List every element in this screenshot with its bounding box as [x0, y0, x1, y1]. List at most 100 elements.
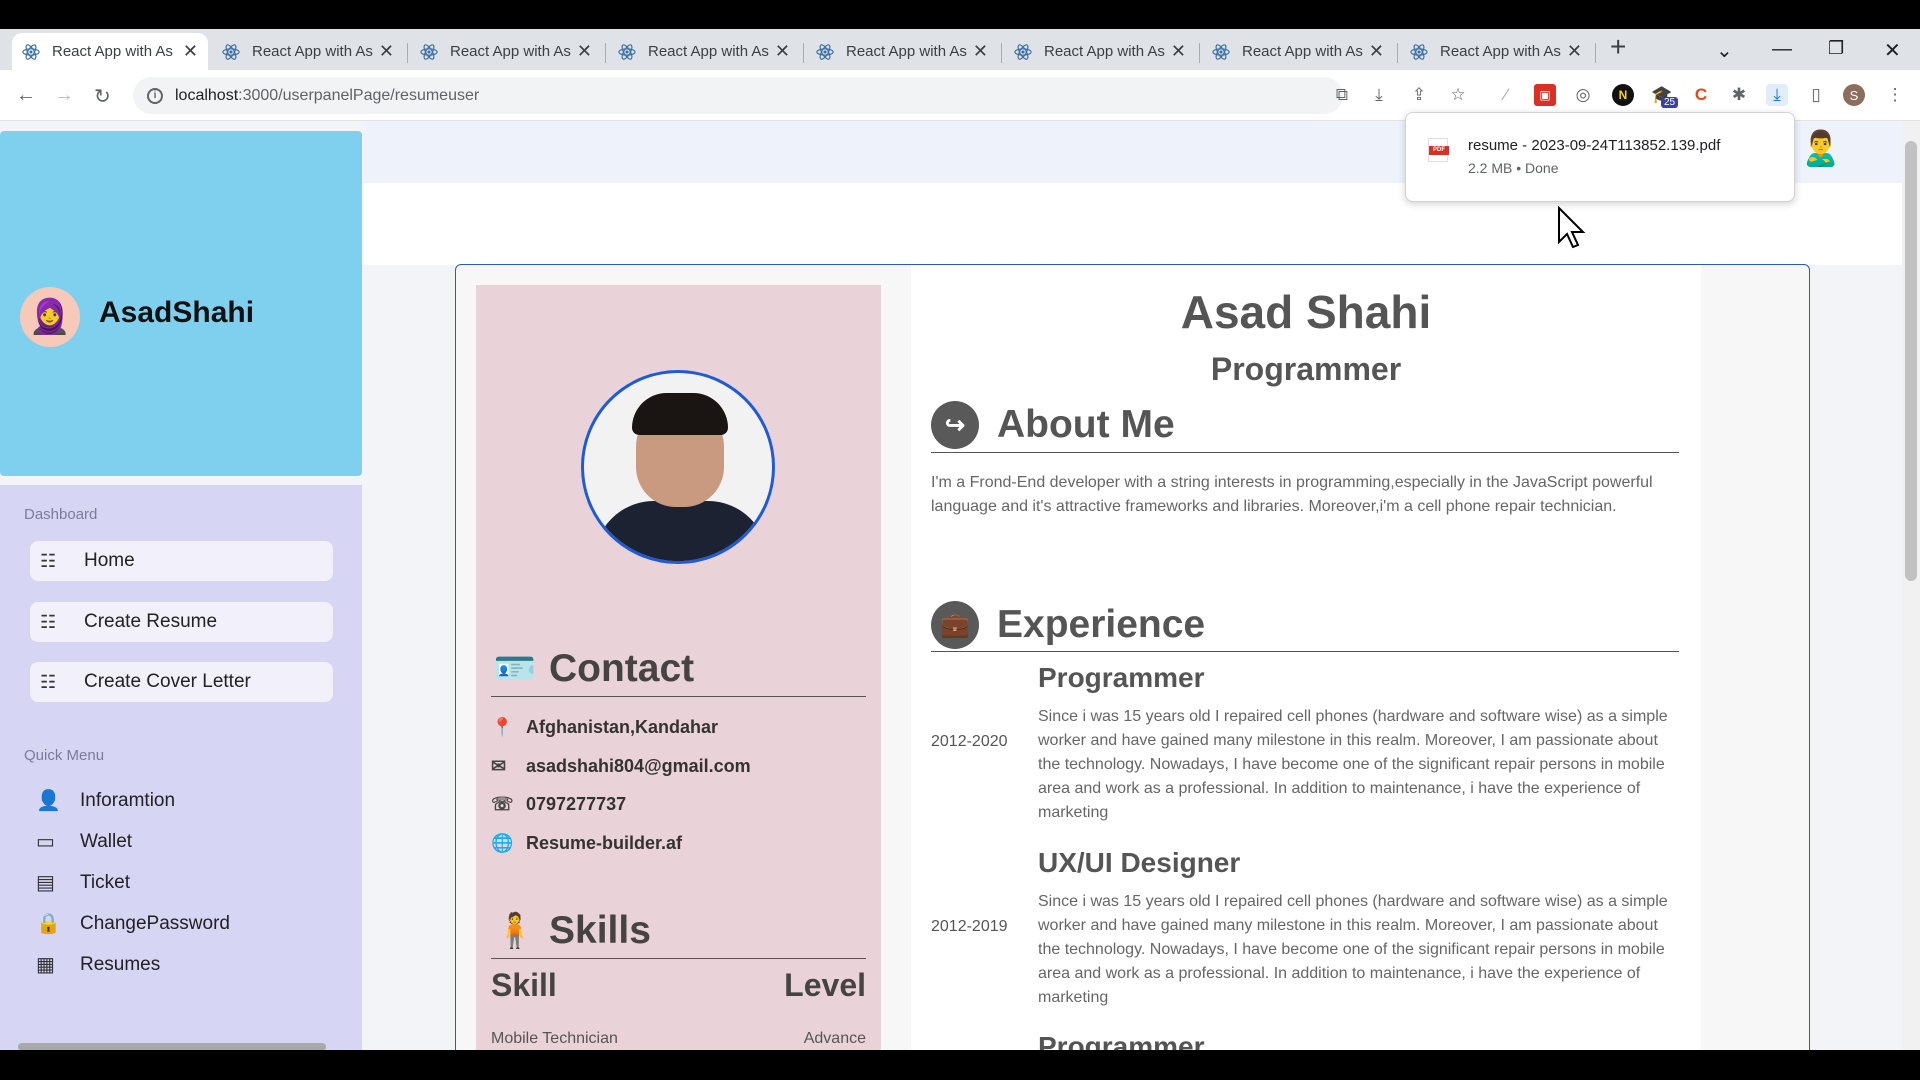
sidebar-item-create-resume[interactable]: ☷ Create Resume: [30, 602, 333, 642]
contact-phone: ☏ 0797277737: [491, 794, 627, 814]
wallet-icon: ▭: [36, 831, 55, 853]
skill-level: Advance: [803, 1030, 866, 1047]
skill-name: Mobile Technician: [491, 1030, 618, 1047]
close-icon[interactable]: ✕: [379, 41, 394, 62]
new-tab-button[interactable]: +: [1610, 31, 1626, 63]
screen-bottom-edge: [0, 1050, 1920, 1080]
install-icon[interactable]: ⤓: [1368, 84, 1390, 106]
share-icon[interactable]: ⇪: [1408, 84, 1430, 106]
close-icon[interactable]: ✕: [775, 41, 790, 62]
tab-7[interactable]: React App with As ✕: [1202, 33, 1394, 70]
close-window-button[interactable]: ✕: [1884, 38, 1901, 63]
close-icon[interactable]: ✕: [973, 41, 988, 62]
tab-3[interactable]: React App with As ✕: [410, 33, 602, 70]
react-icon: [1014, 43, 1032, 60]
resume-preview: 🪪 Contact 📍 Afghanistan,Kandahar ✉ asads…: [455, 264, 1810, 1050]
puzzle-icon[interactable]: ✱: [1728, 84, 1750, 106]
table-icon: ☷: [40, 671, 57, 692]
tab-6[interactable]: React App with As ✕: [1004, 33, 1196, 70]
experience-role: Programmer: [1038, 1031, 1205, 1050]
download-icon[interactable]: ⤓: [1766, 84, 1788, 106]
table-icon: ☷: [40, 611, 57, 632]
extension-n-icon[interactable]: N: [1612, 84, 1634, 106]
profile-avatar[interactable]: S: [1843, 84, 1865, 106]
tab-title: React App with As: [450, 43, 571, 60]
sidebar-item-change-password[interactable]: 🔒 ChangePassword: [36, 911, 230, 936]
contact-location: 📍 Afghanistan,Kandahar: [491, 717, 719, 737]
minimize-button[interactable]: —: [1772, 38, 1792, 61]
tab-5[interactable]: React App with As ✕: [806, 33, 998, 70]
tab-separator: [803, 43, 804, 63]
react-icon: [22, 43, 40, 60]
tab-1[interactable]: React App with As ✕: [12, 33, 208, 70]
address-bar[interactable]: i localhost:3000/userpanelPage/resumeuse…: [133, 77, 1343, 114]
pen-extension-icon[interactable]: ⁄: [1495, 84, 1517, 106]
star-icon[interactable]: ☆: [1447, 84, 1469, 106]
back-icon[interactable]: ←: [16, 84, 36, 107]
contact-card-icon: 🪪: [493, 650, 537, 688]
restore-button[interactable]: ❐: [1828, 38, 1844, 59]
sidebar-item-ticket[interactable]: ▤ Ticket: [36, 870, 130, 895]
avatar[interactable]: 🧕: [20, 287, 80, 347]
download-filename[interactable]: resume - 2023-09-24T113852.139.pdf: [1468, 137, 1720, 154]
user-emoji-icon: 🙎‍♂️: [1799, 130, 1842, 168]
tab-2[interactable]: React App with As ✕: [212, 33, 404, 70]
sidebar-scrollbar[interactable]: [18, 1043, 326, 1050]
mouse-cursor-icon: [1558, 206, 1586, 249]
extension-c-icon[interactable]: C: [1690, 84, 1712, 106]
close-icon[interactable]: ✕: [1369, 41, 1384, 62]
reload-icon[interactable]: ↻: [94, 84, 111, 109]
experience-years: 2012-2020: [931, 733, 1008, 750]
page-scrollbar[interactable]: [1902, 121, 1920, 1050]
sidebar-item-resumes[interactable]: ▦ Resumes: [36, 952, 160, 977]
tab-separator: [1199, 43, 1200, 63]
scrollbar-thumb[interactable]: [1905, 141, 1917, 581]
about-heading: ↪ About Me: [931, 401, 1175, 449]
tab-separator: [1001, 43, 1002, 63]
tab-title: React App with As: [252, 43, 373, 60]
extension-badge: 25: [1661, 97, 1679, 108]
sidebar-item-information[interactable]: 👤 Inforamtion: [36, 788, 175, 813]
sidebar-item-home[interactable]: ☷ Home: [30, 541, 333, 581]
info-icon[interactable]: i: [147, 87, 163, 104]
sidepanel-icon[interactable]: ▯: [1805, 84, 1827, 106]
sidebar-item-label: Ticket: [80, 871, 130, 893]
close-icon[interactable]: ✕: [1567, 41, 1582, 62]
mail-icon: ✉: [491, 756, 507, 776]
download-status: 2.2 MB • Done: [1468, 160, 1559, 176]
close-icon[interactable]: ✕: [1171, 41, 1186, 62]
divider: [931, 452, 1679, 453]
skills-icon: 🧍: [493, 912, 537, 950]
forward-icon[interactable]: →: [54, 84, 74, 107]
download-bubble: PDF resume - 2023-09-24T113852.139.pdf 2…: [1405, 112, 1795, 202]
calendar-icon: ▦: [36, 954, 55, 976]
ticket-icon: ▤: [36, 872, 55, 894]
react-icon: [420, 43, 438, 60]
dashboard-label: Dashboard: [24, 506, 98, 523]
close-icon[interactable]: ✕: [183, 41, 198, 62]
close-icon[interactable]: ✕: [577, 41, 592, 62]
experience-years: 2012-2019: [931, 918, 1008, 935]
tab-title: React App with As: [1440, 43, 1561, 60]
extension-red-icon[interactable]: ▣: [1534, 84, 1556, 106]
tab-8[interactable]: React App with As ✕: [1400, 33, 1592, 70]
tab-4[interactable]: React App with As ✕: [608, 33, 800, 70]
table-icon: ☷: [40, 550, 57, 571]
sidebar-item-wallet[interactable]: ▭ Wallet: [36, 829, 132, 854]
resume-name: Asad Shahi: [1180, 286, 1432, 338]
tab-title: React App with As: [52, 43, 173, 60]
sidebar-item-create-cover-letter[interactable]: ☷ Create Cover Letter: [30, 662, 333, 702]
chevron-down-icon[interactable]: ⌄: [1716, 38, 1733, 63]
open-in-app-icon[interactable]: ⧉: [1331, 84, 1353, 106]
react-icon: [816, 43, 834, 60]
tab-separator: [1595, 43, 1596, 63]
menu-dots-icon[interactable]: ⋮: [1884, 84, 1906, 106]
about-text: I'm a Frond-End developer with a string …: [931, 474, 1653, 515]
extension-circle-icon[interactable]: ◎: [1572, 84, 1594, 106]
sidebar-menu: Dashboard ☷ Home ☷ Create Resume ☷ Creat…: [0, 485, 362, 1050]
sidebar-item-label: ChangePassword: [80, 912, 230, 934]
skills-heading: 🧍 Skills: [491, 909, 651, 953]
resume-right-column: Asad Shahi Programmer ↪ About Me I'm a F…: [911, 265, 1701, 1050]
resume-title: Programmer: [1210, 351, 1402, 387]
tab-separator: [605, 43, 606, 63]
